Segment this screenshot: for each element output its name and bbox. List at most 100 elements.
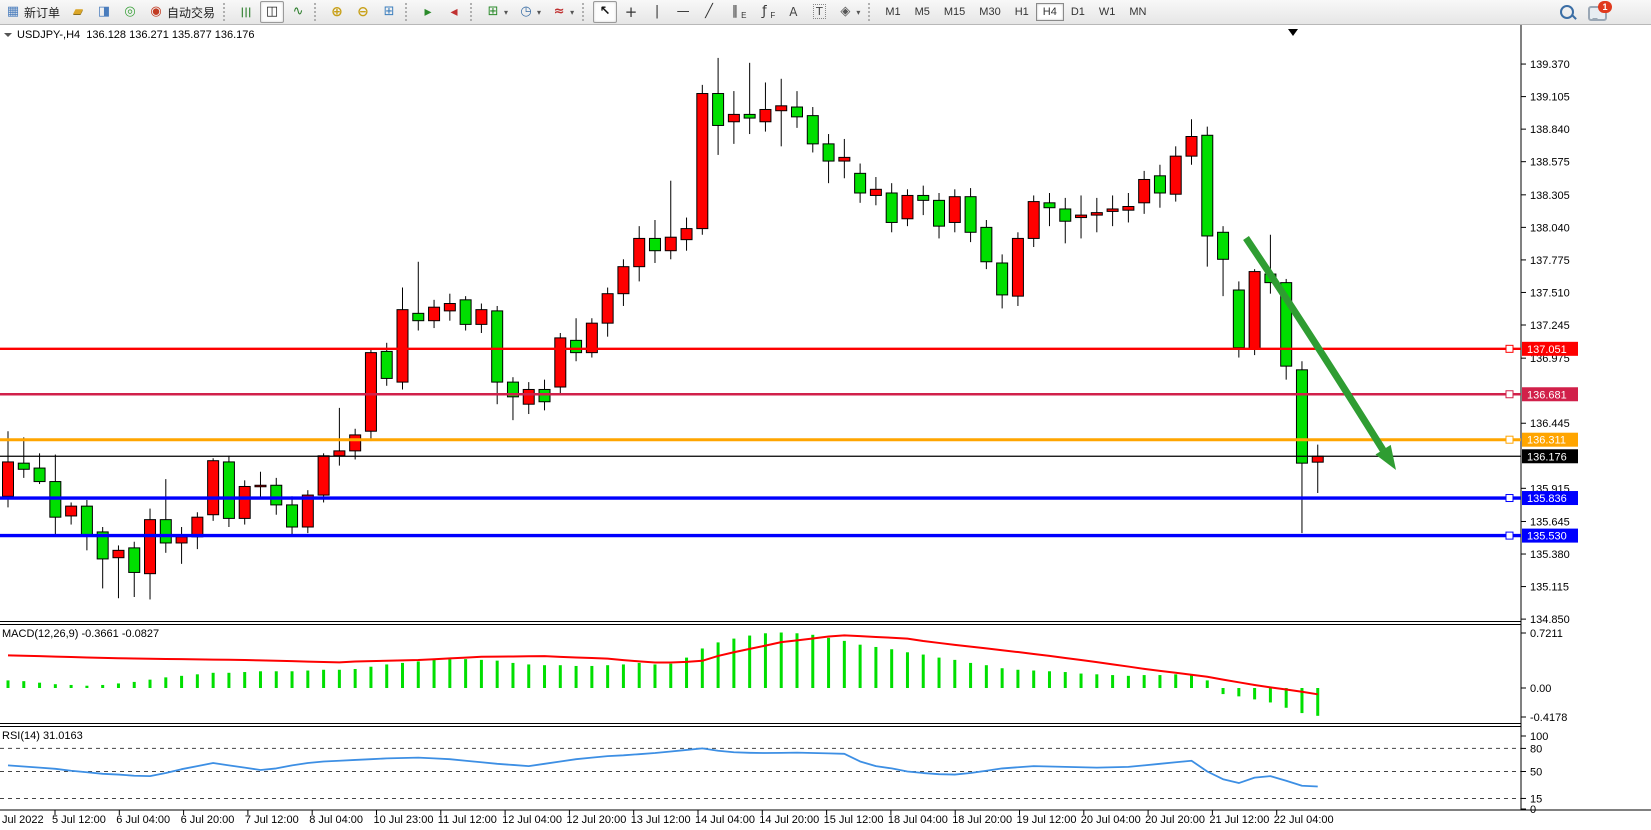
timeframe-m5[interactable]: M5 [908,3,937,21]
chevron-down-icon[interactable]: ▾ [537,8,541,17]
toolbar-right: 1 [1560,2,1607,21]
candle [902,195,913,218]
macd-histogram-bar [843,641,846,688]
level-handle[interactable] [1506,495,1513,502]
time-label: Jul 2022 [2,814,44,826]
crosshair-button[interactable] [619,1,643,23]
level-handle[interactable] [1506,391,1513,398]
price-tick-label: 139.105 [1530,92,1570,104]
search-icon[interactable] [1560,5,1574,19]
macd-histogram-bar [922,655,925,688]
chevron-down-icon[interactable]: ▾ [856,8,860,17]
time-label: 8 Jul 04:00 [309,814,363,826]
tile-windows-button[interactable] [377,1,401,23]
candle-chart-button[interactable] [260,1,284,23]
autotrade-button[interactable]: 自动交易 [144,1,219,23]
bar-chart-button[interactable] [234,1,258,23]
line-chart-button[interactable] [286,1,310,23]
macd-histogram-bar [212,673,215,688]
level-handle[interactable] [1506,345,1513,352]
profiles-button[interactable]: ▾ [514,1,545,23]
charts-icon [96,4,112,20]
vertical-line-button[interactable] [645,1,669,23]
time-label: 12 Jul 04:00 [502,814,562,826]
chart-menu-icon[interactable] [4,33,12,41]
trendline-icon [701,4,717,20]
new-order-button[interactable]: 新订单 [1,1,64,23]
toolbar-separator [405,3,412,21]
zoom-out-button[interactable] [351,1,375,23]
shapes-button[interactable]: ▾ [833,1,864,23]
candle [34,468,45,482]
candle [192,517,203,537]
timeframe-w1[interactable]: W1 [1092,3,1123,21]
candle [649,238,660,250]
chart-shift-button[interactable] [442,1,466,23]
equidistant-channel-button[interactable]: E [723,1,750,23]
toolbar-separator [582,3,589,21]
candle [934,200,945,226]
level-handle[interactable] [1506,532,1513,539]
time-label: 14 Jul 04:00 [695,814,755,826]
macd-histogram-bar [1032,671,1035,688]
text-button[interactable] [781,1,805,23]
chevron-down-icon[interactable]: ▾ [570,8,574,17]
timeframe-m1[interactable]: M1 [878,3,907,21]
fibonacci-button[interactable]: F [752,1,779,23]
candle [1044,203,1055,208]
tile-icon [381,4,397,20]
macd-axis-label: 0.00 [1530,683,1551,695]
price-tick-label: 138.575 [1530,157,1570,169]
chat-icon[interactable]: 1 [1588,6,1607,21]
horizontal-line-button[interactable] [671,1,695,23]
macd-histogram-bar [811,635,814,688]
line-icon [290,4,306,20]
gold-button[interactable] [66,1,90,23]
time-label: 10 Jul 23:00 [374,814,434,826]
candle [397,310,408,382]
toolbar-separator [314,3,321,21]
indicators-list-button[interactable]: ▾ [547,1,578,23]
chart-canvas[interactable]: 139.370139.105138.840138.575138.305138.0… [0,0,1651,830]
candle [255,485,266,487]
cursor-button[interactable] [593,1,617,23]
macd-histogram-bar [149,680,152,688]
chevron-down-icon[interactable]: ▾ [504,8,508,17]
candle [3,462,14,496]
new-chart-button[interactable]: ▾ [481,1,512,23]
macd-histogram-bar [1001,668,1004,688]
timeframe-d1[interactable]: D1 [1064,3,1092,21]
candle [886,193,897,222]
level-handle[interactable] [1506,436,1513,443]
candle [713,94,724,126]
timeframe-h1[interactable]: H1 [1008,3,1036,21]
gold-icon [70,4,86,20]
macd-histogram-bar [732,639,735,688]
trendline-button[interactable] [697,1,721,23]
auto-scroll-button[interactable] [416,1,440,23]
macd-histogram-bar [669,664,672,688]
macd-histogram-bar [559,665,562,688]
new-order-icon [5,4,21,20]
price-level-badge-label: 137.051 [1527,344,1567,356]
rsi-axis-label: 100 [1530,731,1548,743]
candle [429,307,440,321]
timeframe-h4[interactable]: H4 [1036,3,1064,21]
candle [997,263,1008,295]
time-label: 19 Jul 12:00 [1017,814,1077,826]
macd-histogram-bar [874,647,877,688]
timeframe-m30[interactable]: M30 [972,3,1007,21]
signal-icon [122,4,138,20]
timeframe-m15[interactable]: M15 [937,3,972,21]
charts-button[interactable] [92,1,116,23]
timeframe-mn[interactable]: MN [1122,3,1153,21]
macd-histogram-bar [70,685,73,688]
macd-histogram-bar [417,661,420,688]
macd-histogram-bar [764,633,767,688]
autotrade-label: 自动交易 [167,4,215,21]
bars-icon [238,4,254,20]
text-label-button[interactable] [807,1,831,23]
signal-button[interactable] [118,1,142,23]
zoom-in-button[interactable] [325,1,349,23]
candle [618,267,629,294]
